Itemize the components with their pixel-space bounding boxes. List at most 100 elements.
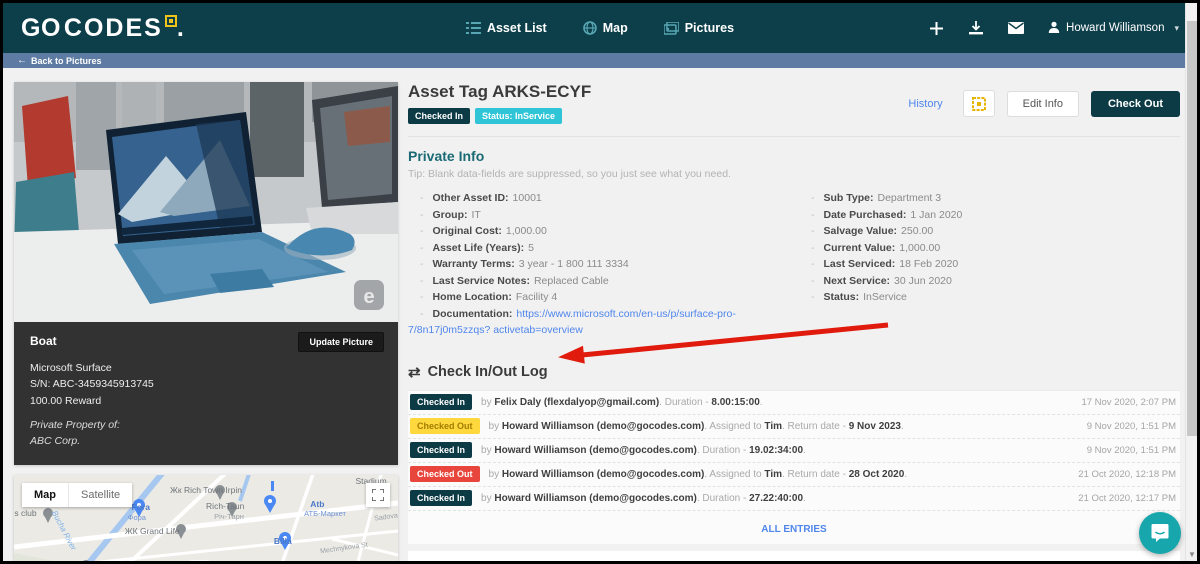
checked-in-badge: Checked In [408,108,470,124]
field-label: Home Location: [433,291,512,303]
header-actions: History Edit Info Check Out [908,90,1180,117]
check-out-button[interactable]: Check Out [1091,91,1180,117]
log-entry-badge: Checked Out [410,466,480,482]
nav-label: Asset List [487,21,547,35]
info-field: -Current Value:1,000.00 [799,240,1180,257]
asset-serial: S/N: ABC-3459345913745 [30,376,382,392]
field-label: Sub Type: [824,192,874,204]
log-heading: ⇄ Check In/Out Log [408,363,1180,381]
field-value: 10001 [513,192,542,204]
gocodes-logo[interactable]: GO CODES . [21,14,184,43]
private-info-grid: -Other Asset ID:10001 -Group:IT -Origina… [408,190,1180,339]
log-entry-row[interactable]: Checked In by Howard Williamson (demo@go… [408,439,1180,463]
breadcrumb-bar: ← Back to Pictures [3,53,1197,68]
history-link[interactable]: History [908,98,942,110]
log-entry-row[interactable]: Checked In by Felix Daly (flexdalyop@gma… [408,391,1180,415]
map-view-button[interactable]: Map [22,483,68,507]
topbar-actions: Howard Williamson ▾ [928,20,1179,36]
mail-icon[interactable] [1008,20,1024,36]
back-arrow-icon: ← [17,55,27,66]
top-navbar: GO CODES . Asset List Map Pictures [3,3,1197,53]
status-badges: Checked In Status: InService [408,108,591,124]
qr-code-icon [972,97,986,111]
field-label: Other Asset ID: [433,192,509,204]
field-label: Current Value: [824,242,896,254]
private-info-heading: Private Info [408,148,1180,164]
field-value: IT [472,209,481,221]
asset-list-icon [466,22,481,34]
field-value: 3 year - 1 800 111 3334 [519,258,629,270]
property-of-label: Private Property of: [30,418,382,434]
edit-info-button[interactable]: Edit Info [1007,91,1079,117]
asset-photo-info: Boat Update Picture Microsoft Surface S/… [14,322,398,465]
user-icon [1048,21,1060,36]
qr-code-icon [165,15,177,27]
log-entry-text: by Howard Williamson (demo@gocodes.com).… [481,493,806,504]
info-field: -Last Serviced:18 Feb 2020 [799,256,1180,273]
asset-reward: 100.00 Reward [30,393,382,409]
back-to-pictures-link[interactable]: Back to Pictures [31,56,102,66]
log-entry-timestamp: 21 Oct 2020, 12:18 PM [1078,469,1176,480]
user-name: Howard Williamson [1066,22,1164,34]
private-info-left: -Other Asset ID:10001 -Group:IT -Origina… [408,190,789,339]
log-entry-row[interactable]: Checked Out by Howard Williamson (demo@g… [408,415,1180,439]
log-entry-timestamp: 9 Nov 2020, 1:51 PM [1087,445,1176,456]
scrollbar-down-arrow[interactable]: ▼ [1186,550,1197,559]
log-entry-badge: Checked Out [410,418,480,434]
asset-photo-card: e Boat Update Picture Microsoft Surface … [14,82,398,465]
satellite-view-button[interactable]: Satellite [68,483,132,507]
bullet: - [811,225,815,237]
update-picture-button[interactable]: Update Picture [298,332,384,352]
log-entry-timestamp: 9 Nov 2020, 1:51 PM [1087,421,1176,432]
field-value: 18 Feb 2020 [899,258,958,270]
private-info-tip: Tip: Blank data-fields are suppressed, s… [408,168,1180,180]
page-scrollbar[interactable]: ▼ [1185,3,1197,561]
messages-section: Messages [408,551,1180,562]
scrollbar-thumb[interactable] [1187,21,1197,436]
user-menu[interactable]: Howard Williamson ▾ [1048,21,1179,36]
location-map[interactable]: Жк Rich Town Irpin Fora Фора Rich-Taun Р… [14,475,398,561]
info-field: -Status:InService [799,289,1180,306]
field-label: Last Service Notes: [433,275,530,287]
field-value: Department 3 [877,192,941,204]
info-field: -Warranty Terms:3 year - 1 800 111 3334 [408,256,789,273]
bullet: - [420,258,424,270]
download-icon[interactable] [968,20,984,36]
nav-item-pictures[interactable]: Pictures [664,21,734,35]
field-label: Original Cost: [433,225,502,237]
chat-widget-button[interactable] [1139,512,1181,554]
log-entry-row[interactable]: Checked In by Howard Williamson (demo@go… [408,487,1180,511]
field-label: Status: [824,291,860,303]
pictures-icon [664,22,679,35]
laptop-photo-illustration: e [14,82,398,322]
info-field: -Group:IT [408,207,789,224]
info-field: -Home Location:Facility 4 [408,289,789,306]
add-asset-icon[interactable] [928,20,944,36]
bullet: - [420,291,424,303]
asset-detail-panel: Asset Tag ARKS-ECYF Checked In Status: I… [408,82,1180,561]
log-entry-text: by Felix Daly (flexdalyop@gmail.com). Du… [481,397,763,408]
log-entry-text: by Howard Williamson (demo@gocodes.com).… [489,469,908,480]
header-divider [408,136,1180,137]
field-label: Last Serviced: [824,258,896,270]
bullet: - [811,192,815,204]
qr-label-button[interactable] [963,90,995,117]
asset-left-panel: e Boat Update Picture Microsoft Surface … [14,82,398,561]
bullet: - [811,242,815,254]
all-entries-row: ALL ENTRIES [408,511,1180,544]
field-value: InService [863,291,907,303]
nav-item-asset-list[interactable]: Asset List [466,21,547,35]
nav-item-map[interactable]: Map [583,21,628,35]
page-title: Asset Tag ARKS-ECYF [408,82,591,102]
field-value: 1,000.00 [899,242,940,254]
asset-header: Asset Tag ARKS-ECYF Checked In Status: I… [408,82,1180,124]
map-type-control: Map Satellite [22,483,132,507]
bullet: - [420,209,424,221]
field-label: Asset Life (Years): [433,242,525,254]
bullet: - [811,258,815,270]
log-entry-timestamp: 21 Oct 2020, 12:17 PM [1078,493,1176,504]
fullscreen-icon[interactable] [366,483,390,507]
all-entries-link[interactable]: ALL ENTRIES [761,524,826,535]
info-field: -Salvage Value:250.00 [799,223,1180,240]
log-entry-row[interactable]: Checked Out by Howard Williamson (demo@g… [408,463,1180,487]
